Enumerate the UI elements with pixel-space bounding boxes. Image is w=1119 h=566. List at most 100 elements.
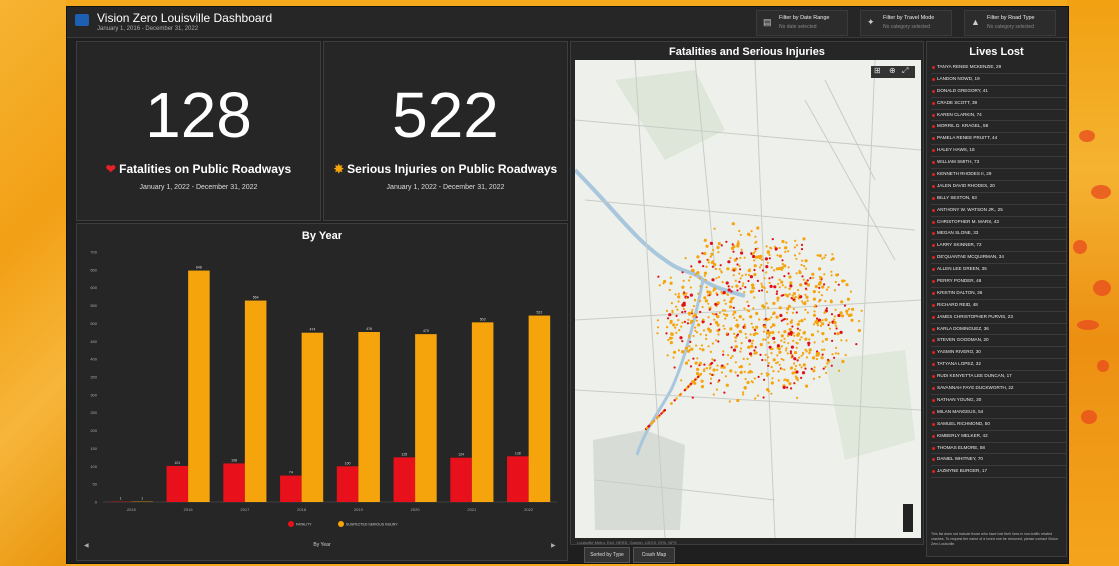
heart-icon: ❤: [105, 162, 116, 176]
lives-lost-item[interactable]: RICHARD REID, 48: [931, 300, 1066, 312]
lives-lost-item[interactable]: DANIEL WHITNEY, 70: [931, 454, 1066, 467]
tab-crash-map[interactable]: Crash Map: [633, 547, 675, 563]
x-tick-label: 2021: [467, 507, 477, 512]
lives-lost-item[interactable]: SAVANNAH FAYE DUCKWORTH, 22: [931, 383, 1066, 395]
crash-map[interactable]: ⊞ ⊕ ⤢: [575, 60, 921, 538]
lives-lost-item[interactable]: KAREN CLARKIN, 74: [931, 110, 1066, 122]
lives-lost-item[interactable]: MILAN MANGEUS, 54: [931, 407, 1066, 419]
pedestrian-icon: ✦: [867, 17, 875, 27]
lives-lost-item[interactable]: JAZMYNE BURGER, 17: [931, 466, 1066, 479]
zoom-icon[interactable]: ⊕: [889, 66, 896, 75]
legend-swatch: [338, 521, 344, 527]
lives-lost-item[interactable]: WILLIAM SMITH, 73: [931, 157, 1066, 170]
lives-lost-item[interactable]: RUDI KENYETTA LEE DUNCAN, 17: [931, 371, 1066, 384]
lives-lost-item[interactable]: TATYANA LOPEZ, 32: [931, 359, 1066, 372]
lives-lost-item[interactable]: KENNETH RHODES II, 29: [931, 169, 1066, 181]
city-logo-icon: [75, 14, 89, 26]
lives-lost-item[interactable]: BILLY SEXTON, 63: [931, 193, 1066, 205]
map-attribution: Louisville Metro, Esri, HERE, Garmin, US…: [577, 540, 677, 545]
calendar-icon: ▤: [763, 17, 772, 27]
bar-fatality: [393, 457, 416, 502]
injuries-date-range: January 1, 2022 - December 31, 2022: [386, 184, 505, 191]
scroll-left-icon[interactable]: ◀: [84, 542, 89, 549]
layers-icon[interactable]: ⊞: [874, 66, 881, 75]
lives-lost-item[interactable]: TANYA RENEE MCKENZIE, 29: [931, 62, 1066, 74]
x-tick-label: 2017: [240, 507, 250, 512]
bar-serious-injury: [415, 334, 437, 502]
tab-sorted-by-type[interactable]: Sorted by Type: [584, 547, 630, 563]
x-tick-label: 2016: [184, 507, 194, 512]
injuries-label-row: ✸ Serious Injuries on Public Roadways: [324, 162, 567, 176]
fullscreen-icon[interactable]: ⤢: [902, 66, 908, 76]
bar-value-label: 474: [309, 328, 315, 332]
map-toolbar[interactable]: ⊞ ⊕ ⤢: [871, 66, 915, 78]
bar-value-label: 503: [480, 317, 486, 321]
lives-lost-item[interactable]: DE'QUANTAE MCQUIRMAN, 34: [931, 252, 1066, 265]
lives-lost-title: Lives Lost: [969, 46, 1024, 58]
bar-value-label: 522: [536, 311, 542, 315]
sunburst-icon: ✸: [333, 162, 344, 176]
y-tick-label: 700: [90, 250, 97, 255]
bar-serious-injury: [471, 322, 494, 502]
lives-lost-item[interactable]: ALLEN LEE GREEN, 35: [931, 264, 1066, 277]
filter-road-type[interactable]: ▲ Filter by Road Type No category select…: [964, 10, 1056, 36]
lives-lost-item[interactable]: CHRISTOPHER M. MARS, 43: [931, 217, 1066, 229]
bar-fatality: [336, 466, 359, 502]
zoom-controls[interactable]: [903, 504, 913, 532]
lives-lost-item[interactable]: LANDON NOWD, 19: [931, 74, 1066, 86]
y-tick-label: 100: [90, 464, 97, 469]
bar-value-label: 1: [120, 497, 122, 501]
road-icon: ▲: [971, 17, 980, 27]
background-map-right: [1067, 0, 1119, 566]
dashboard-header: Vision Zero Louisville Dashboard January…: [67, 7, 1068, 38]
lives-lost-item[interactable]: PERRY PONDER, 48: [931, 276, 1066, 288]
y-tick-label: 50: [93, 482, 98, 487]
bar-fatality: [450, 457, 472, 502]
x-tick-label: 2022: [524, 507, 534, 512]
x-tick-label: 2020: [411, 507, 421, 512]
lives-lost-panel: Lives Lost TANYA RENEE MCKENZIE, 29 LANDO…: [926, 41, 1067, 557]
lives-lost-item[interactable]: THOMAS ELMORE, 58: [931, 443, 1066, 455]
scroll-right-icon[interactable]: ▶: [551, 542, 556, 549]
lives-lost-item[interactable]: PAMELA RENEE PRUITT, 44: [931, 133, 1066, 146]
lives-lost-item[interactable]: NATHAN YOUNG, 30: [931, 395, 1066, 407]
map-canvas: [575, 60, 921, 538]
x-tick-label: 2018: [297, 507, 307, 512]
filter-date-range[interactable]: ▤ Filter by Date Range No date selected: [756, 10, 848, 36]
bar-value-label: 648: [196, 266, 202, 270]
lives-lost-item[interactable]: MORRIL D. KRAGEL, 58: [931, 121, 1066, 134]
y-tick-label: 400: [90, 357, 97, 362]
bar-value-label: 124: [458, 453, 464, 457]
y-tick-label: 0: [95, 500, 98, 505]
dashboard-window: Vision Zero Louisville Dashboard January…: [66, 6, 1069, 564]
lives-lost-item[interactable]: KARLA DOMINGUEZ, 36: [931, 324, 1066, 336]
filter-travel-mode[interactable]: ✦ Filter by Travel Mode No category sele…: [860, 10, 952, 36]
lives-lost-item[interactable]: YASMIN RIVERO, 30: [931, 347, 1066, 360]
injuries-label: Serious Injuries on Public Roadways: [347, 162, 558, 176]
lives-lost-list[interactable]: TANYA RENEE MCKENZIE, 29 LANDON NOWD, 19 D…: [931, 62, 1066, 479]
filter-status: No category selected: [987, 24, 1034, 30]
lives-lost-item[interactable]: KRISTIN DALTON, 36: [931, 288, 1066, 300]
dashboard-title: Vision Zero Louisville Dashboard: [97, 11, 273, 25]
lives-lost-item[interactable]: ANTHONY W. WATSON JR., 25: [931, 205, 1066, 217]
map-panel: Fatalities and Serious Injuries ⊞ ⊕ ⤢ Lo…: [570, 41, 924, 545]
lives-lost-item[interactable]: MEGAN SLONE, 33: [931, 228, 1066, 241]
bar-serious-injury: [528, 315, 551, 502]
lives-lost-item[interactable]: SAMUEL RICHMOND, 50: [931, 419, 1066, 431]
lives-lost-item[interactable]: JAMES CHRISTOPHER PURVIS, 23: [931, 312, 1066, 324]
bar-value-label: 470: [423, 329, 429, 333]
bar-value-label: 564: [253, 296, 259, 300]
lives-lost-item[interactable]: HALEY HAWS, 18: [931, 145, 1066, 158]
lives-lost-item[interactable]: LARRY SKINNER, 72: [931, 240, 1066, 253]
filter-label: Filter by Date Range: [779, 15, 830, 21]
lives-lost-item[interactable]: DONALD GREGORY, 41: [931, 86, 1066, 98]
chart-footer-label: By Year: [313, 542, 331, 548]
y-tick-label: 550: [90, 303, 97, 308]
x-tick-label: 2015: [127, 507, 137, 512]
lives-lost-item[interactable]: STEVEN GOODMAN, 20: [931, 335, 1066, 348]
lives-lost-item[interactable]: CRADE SCOTT, 39: [931, 98, 1066, 110]
fatalities-label: Fatalities on Public Roadways: [119, 162, 292, 176]
lives-lost-item[interactable]: KIMBERLY MELKER, 42: [931, 431, 1066, 443]
fatalities-date-range: January 1, 2022 - December 31, 2022: [139, 184, 258, 191]
lives-lost-item[interactable]: JALEN DAVID RHODES, 20: [931, 181, 1066, 193]
